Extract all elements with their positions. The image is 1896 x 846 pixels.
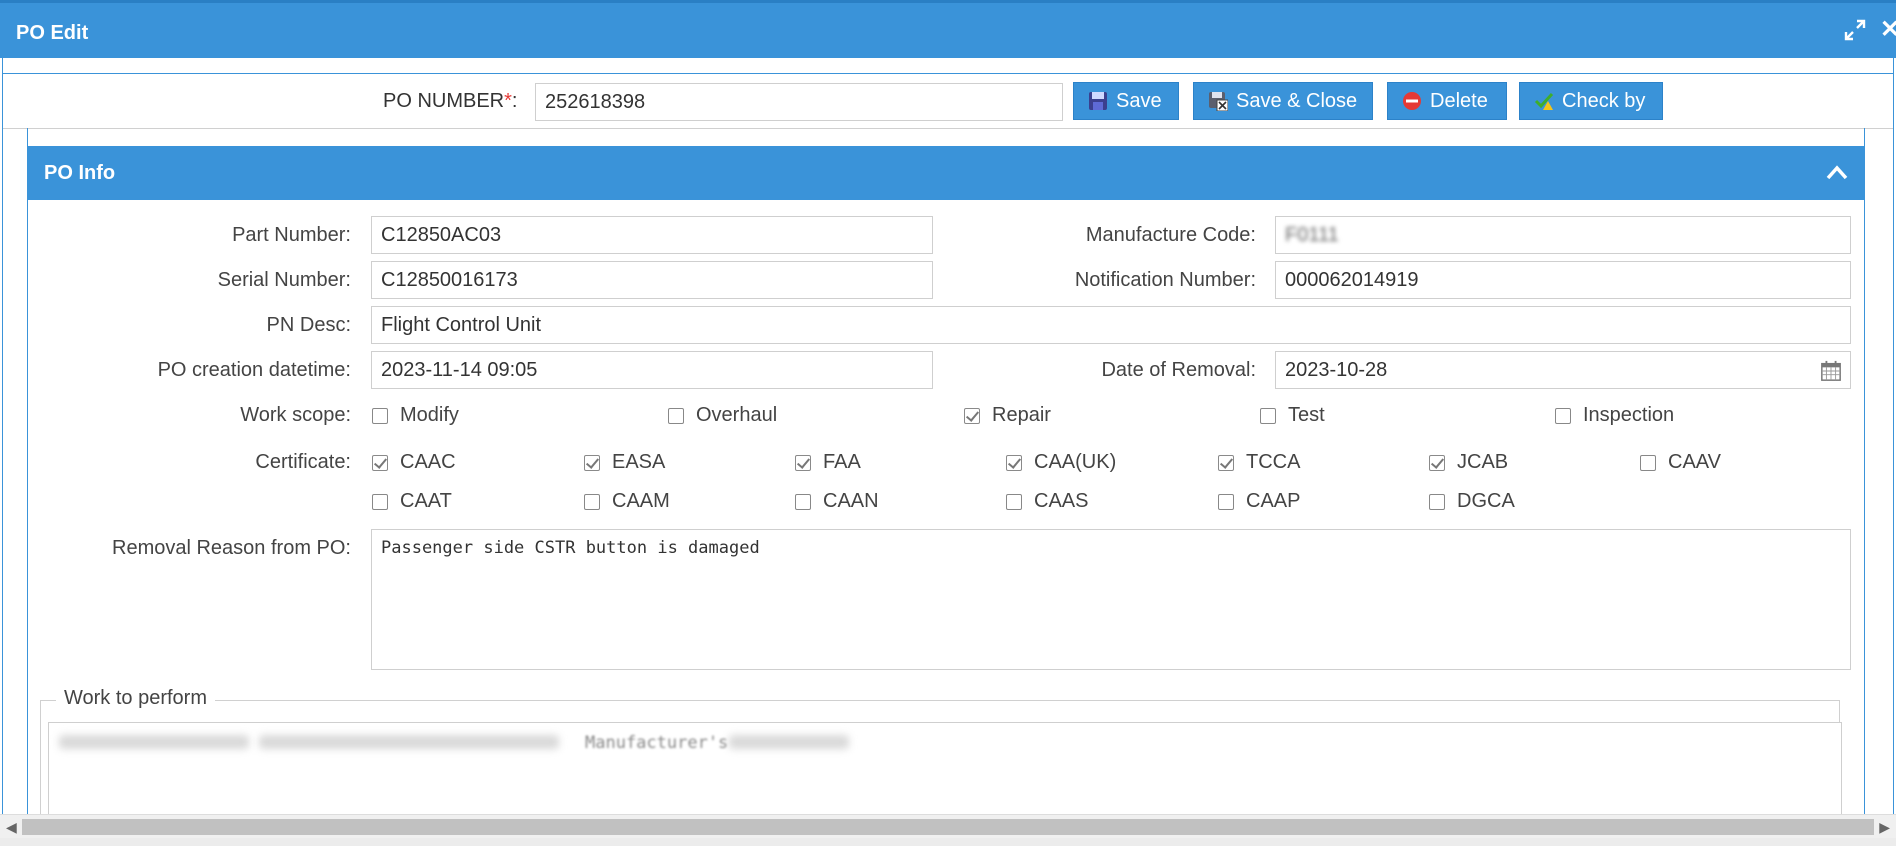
certificate-label: Certificate:: [255, 451, 351, 473]
checkbox[interactable]: [1260, 407, 1276, 424]
checkbox[interactable]: [1006, 493, 1022, 510]
cert-caat[interactable]: CAAT: [372, 490, 452, 513]
work-scope-overhaul[interactable]: Overhaul: [668, 404, 777, 427]
chevron-up-icon[interactable]: [1826, 164, 1848, 180]
required-mark: *: [504, 90, 512, 112]
expand-icon[interactable]: [1844, 19, 1866, 41]
notification-number-label: Notification Number:: [1074, 269, 1256, 291]
part-number-input[interactable]: C12850AC03: [371, 216, 933, 254]
checkbox[interactable]: [584, 454, 600, 471]
save-close-label: Save & Close: [1236, 89, 1358, 112]
cert-easa[interactable]: EASA: [584, 451, 665, 474]
top-divider: [3, 73, 1893, 74]
checkbox[interactable]: [1640, 454, 1656, 471]
checkbox[interactable]: [1429, 493, 1445, 510]
notification-number-input[interactable]: 000062014919: [1275, 261, 1851, 299]
date-of-removal-value: 2023-10-28: [1285, 358, 1388, 381]
work-scope-modify[interactable]: Modify: [372, 404, 459, 427]
toolbar-divider: [3, 128, 1893, 129]
checkbox[interactable]: [372, 493, 388, 510]
checkbox[interactable]: [1555, 407, 1571, 424]
removal-reason-label: Removal Reason from PO:: [112, 537, 351, 559]
cert-caac[interactable]: CAAC: [372, 451, 456, 474]
work-scope-repair[interactable]: Repair: [964, 404, 1051, 427]
removal-reason-textarea[interactable]: Passenger side CSTR button is damaged: [371, 529, 1851, 670]
serial-number-input[interactable]: C12850016173: [371, 261, 933, 299]
cert-caap[interactable]: CAAP: [1218, 490, 1300, 513]
po-creation-label: PO creation datetime:: [157, 359, 351, 381]
serial-number-label: Serial Number:: [217, 269, 351, 291]
cert-caa-uk[interactable]: CAA(UK): [1006, 451, 1116, 474]
date-of-removal-input[interactable]: 2023-10-28: [1275, 351, 1851, 389]
cert-caan[interactable]: CAAN: [795, 490, 879, 513]
pn-desc-input[interactable]: Flight Control Unit: [371, 306, 1851, 344]
scroll-right-arrow-icon[interactable]: ▶: [1879, 819, 1890, 836]
checkbox[interactable]: [1006, 454, 1022, 471]
close-icon[interactable]: ✕: [1880, 17, 1896, 43]
checkbox[interactable]: [795, 454, 811, 471]
floppy-close-icon: [1209, 92, 1228, 111]
checkbox[interactable]: [372, 407, 388, 424]
scrollbar-thumb[interactable]: [22, 819, 1874, 835]
cert-jcab[interactable]: JCAB: [1429, 451, 1508, 474]
save-button[interactable]: Save: [1073, 82, 1179, 120]
cert-caam[interactable]: CAAM: [584, 490, 670, 513]
panel-border-right: [1864, 128, 1865, 846]
no-entry-icon: [1403, 92, 1421, 110]
panel-border-left: [27, 128, 28, 846]
section-title: PO Info: [44, 162, 116, 184]
save-close-button[interactable]: Save & Close: [1193, 82, 1373, 120]
cert-faa[interactable]: FAA: [795, 451, 861, 474]
po-number-label: PO NUMBER*:: [383, 90, 518, 112]
check-warning-icon: [1534, 92, 1554, 110]
window-title: PO Edit: [16, 22, 89, 44]
redacted-text: [259, 735, 559, 749]
work-to-perform-textarea[interactable]: Manufacturer's: [48, 722, 1842, 822]
part-number-label: Part Number:: [232, 224, 351, 246]
redacted-text: [729, 735, 849, 749]
redacted-text: [59, 735, 249, 749]
manufacture-code-label: Manufacture Code:: [1085, 224, 1256, 246]
check-by-label: Check by: [1562, 89, 1646, 112]
calendar-icon[interactable]: [1820, 360, 1842, 382]
checkbox[interactable]: [668, 407, 684, 424]
horizontal-scrollbar[interactable]: ◀ ▶: [0, 814, 1896, 839]
checkbox[interactable]: [584, 493, 600, 510]
bottom-strip: [0, 838, 1896, 846]
manufacture-code-value: F0111: [1285, 223, 1339, 246]
checkbox[interactable]: [372, 454, 388, 471]
cert-tcca[interactable]: TCCA: [1218, 451, 1300, 474]
checkbox[interactable]: [1218, 493, 1234, 510]
checkbox[interactable]: [1218, 454, 1234, 471]
delete-button[interactable]: Delete: [1387, 82, 1507, 120]
work-scope-inspection[interactable]: Inspection: [1555, 404, 1674, 427]
window-titlebar: PO Edit ✕: [0, 0, 1896, 58]
checkbox[interactable]: [1429, 454, 1445, 471]
cert-dgca[interactable]: DGCA: [1429, 490, 1515, 513]
checkbox[interactable]: [795, 493, 811, 510]
checkbox[interactable]: [964, 407, 980, 424]
po-info-header[interactable]: PO Info: [28, 146, 1864, 200]
date-of-removal-label: Date of Removal:: [1101, 359, 1256, 381]
po-creation-input[interactable]: 2023-11-14 09:05: [371, 351, 933, 389]
pn-desc-label: PN Desc:: [266, 314, 351, 336]
work-to-perform-legend: Work to perform: [56, 687, 215, 710]
manufacture-code-input[interactable]: F0111: [1275, 216, 1851, 254]
work-to-perform-text: Manufacturer's: [585, 733, 729, 753]
save-label: Save: [1116, 89, 1162, 112]
cert-caas[interactable]: CAAS: [1006, 490, 1088, 513]
check-by-button[interactable]: Check by: [1519, 82, 1663, 120]
work-scope-test[interactable]: Test: [1260, 404, 1325, 427]
work-scope-label: Work scope:: [240, 404, 351, 426]
cert-caav[interactable]: CAAV: [1640, 451, 1721, 474]
po-number-input[interactable]: 252618398: [535, 83, 1063, 121]
floppy-disk-icon: [1089, 92, 1107, 110]
delete-label: Delete: [1430, 89, 1488, 112]
scroll-left-arrow-icon[interactable]: ◀: [6, 819, 17, 836]
